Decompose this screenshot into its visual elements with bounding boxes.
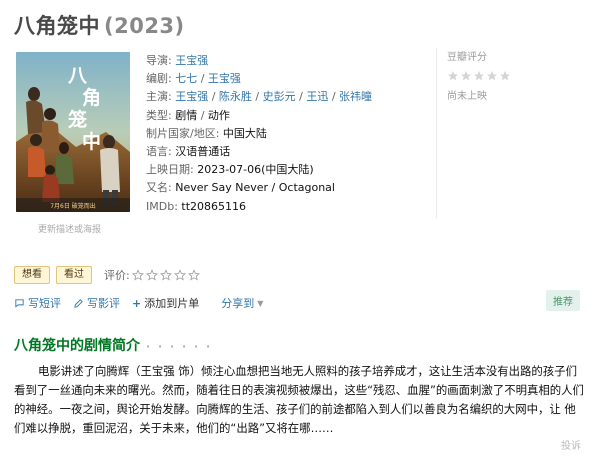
movie-year: (2023) [104, 14, 185, 38]
poster-title-char: 八 [68, 65, 88, 87]
writer-label: 编剧: [146, 72, 172, 86]
genre-1: 剧情 [175, 108, 198, 122]
cast-row: 主演: 王宝强 / 陈永胜 / 史彭元 / 王迅 / 张祎曈 [146, 88, 372, 106]
evaluate-star-icon[interactable] [131, 269, 144, 281]
writer-separator: / [197, 72, 208, 86]
report-link[interactable]: 投诉 [561, 437, 581, 452]
share-to-label: 分享到 [221, 297, 255, 310]
poster-title-char: 角 [82, 86, 101, 109]
cast-link-1[interactable]: 王宝强 [175, 90, 208, 103]
cast-separator: / [251, 90, 263, 104]
cast-link-3[interactable]: 史彭元 [263, 90, 296, 103]
share-to-dropdown[interactable]: 分享到 ▼ [221, 295, 263, 311]
director-row: 导演: 王宝强 [146, 52, 372, 70]
cast-label: 主演: [146, 90, 172, 104]
poster-title-char: 中 [82, 130, 101, 153]
genre-label: 类型: [146, 108, 172, 122]
writer-row: 编剧: 七七 / 王宝强 [146, 70, 372, 88]
rating-box: 豆瓣评分 尚未上映 [436, 48, 586, 218]
pencil-icon [74, 298, 83, 308]
want-to-see-button[interactable]: 想看 [14, 266, 50, 284]
movie-title-text: 八角笼中 [14, 14, 100, 38]
release-value: 2023-07-06(中国大陆) [197, 163, 314, 177]
director-label: 导演: [146, 54, 172, 67]
poster-image: 八角笼中 7月6日 破笼而出 [16, 52, 130, 212]
cast-separator: / [295, 90, 307, 104]
genre-2: 动作 [207, 108, 230, 122]
country-value: 中国大陆 [222, 126, 267, 140]
review-actions: 写短评 写影评 + 添加到片单 分享到 ▼ [14, 295, 263, 311]
rating-stars [447, 70, 586, 82]
rating-title: 豆瓣评分 [447, 52, 487, 63]
cast-link-2[interactable]: 陈永胜 [219, 90, 252, 103]
poster-title-char: 笼 [67, 108, 87, 131]
evaluate-star-icon[interactable] [187, 269, 200, 281]
language-value: 汉语普通话 [175, 145, 231, 159]
country-label: 制片国家/地区: [146, 126, 220, 140]
cast-separator: / [208, 90, 219, 104]
release-row: 上映日期: 2023-07-06(中国大陆) [146, 161, 372, 179]
poster-date-line: 7月6日 破笼而出 [50, 202, 96, 210]
movie-poster[interactable]: 八角笼中 7月6日 破笼而出 [16, 52, 130, 212]
plus-icon: + [132, 296, 142, 310]
genre-row: 类型: 剧情 / 动作 [146, 107, 372, 125]
rating-star-icon [500, 71, 510, 81]
write-review-label: 写影评 [87, 297, 120, 310]
language-row: 语言: 汉语普通话 [146, 143, 372, 161]
evaluate-star-icon[interactable] [145, 269, 158, 281]
synopsis-heading: 八角笼中的剧情简介 · · · · · · [14, 335, 212, 355]
add-to-list-label: 添加到片单 [144, 297, 200, 310]
write-review-link[interactable]: 写影评 [73, 295, 120, 311]
cast-link-5[interactable]: 张祎曈 [339, 90, 372, 103]
write-short-review-label: 写短评 [28, 297, 61, 310]
rating-star-icon [461, 71, 471, 81]
rating-status: 尚未上映 [447, 91, 487, 102]
imdb-label: IMDb: [146, 199, 178, 213]
rating-star-icon [448, 71, 458, 81]
synopsis-title: 八角笼中的剧情简介 [14, 338, 140, 354]
evaluate-star-icon[interactable] [173, 269, 186, 281]
add-to-list-link[interactable]: + 添加到片单 [132, 295, 199, 311]
recommend-button[interactable]: 推荐 [546, 290, 580, 311]
movie-title: 八角笼中 (2023) [14, 10, 185, 40]
country-row: 制片国家/地区: 中国大陆 [146, 125, 372, 143]
write-short-review-link[interactable]: 写短评 [14, 295, 61, 311]
director-link[interactable]: 王宝强 [175, 54, 208, 67]
evaluate-star-icon[interactable] [159, 269, 172, 281]
aka-row: 又名: Never Say Never / Octagonal [146, 179, 372, 197]
imdb-value: tt20865116 [181, 199, 247, 213]
synopsis-text: 电影讲述了向腾辉（王宝强 饰）倾注心血想把当地无人照料的孩子培养成才，这让生活本… [14, 364, 584, 435]
cast-link-4[interactable]: 王迅 [306, 90, 328, 103]
synopsis-dots: · · · · · · [146, 340, 213, 353]
writer-link-2[interactable]: 王宝强 [208, 72, 241, 85]
chevron-down-icon: ▼ [257, 298, 264, 308]
genre-separator: / [197, 108, 208, 122]
aka-value: Never Say Never / Octagonal [175, 181, 335, 195]
evaluate-label: 评价: [104, 269, 130, 282]
speech-bubble-icon [15, 298, 24, 308]
seen-button[interactable]: 看过 [56, 266, 92, 284]
rating-star-icon [474, 71, 484, 81]
update-poster-link[interactable]: 更新描述或海报 [38, 222, 101, 235]
writer-link-1[interactable]: 七七 [175, 72, 197, 85]
cast-separator: / [328, 90, 340, 104]
aka-label: 又名: [146, 181, 172, 195]
rating-star-icon [487, 71, 497, 81]
release-label: 上映日期: [146, 163, 194, 177]
interest-actions: 想看 看过 评价: [14, 266, 200, 284]
language-label: 语言: [146, 145, 172, 159]
imdb-row: IMDb: tt20865116 [146, 198, 372, 216]
evaluate-widget: 评价: [104, 267, 200, 283]
movie-info: 导演: 王宝强 编剧: 七七 / 王宝强 主演: 王宝强 / 陈永胜 / 史彭元… [146, 52, 372, 216]
